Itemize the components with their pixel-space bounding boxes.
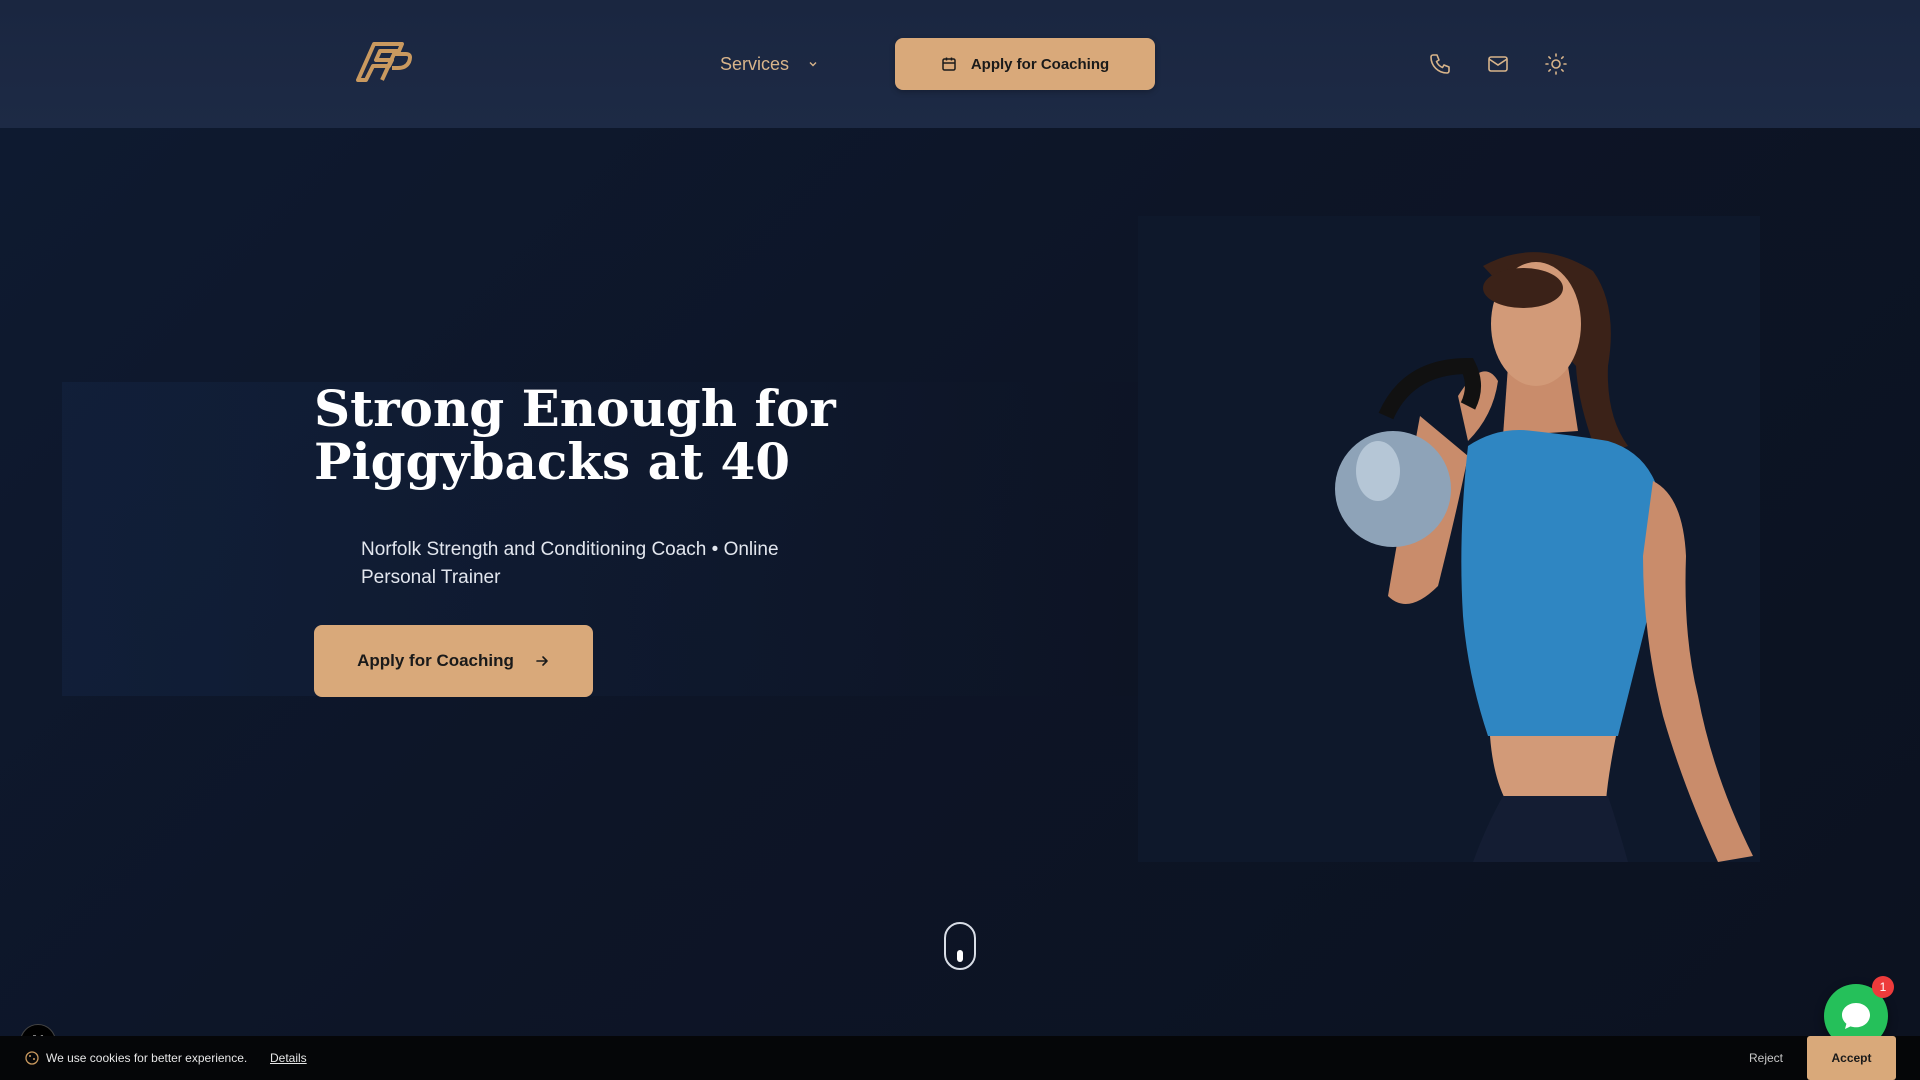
apply-coaching-header-button[interactable]: Apply for Coaching <box>895 38 1155 90</box>
apply-coaching-hero-button[interactable]: Apply for Coaching <box>314 625 593 697</box>
cookie-accept-button[interactable]: Accept <box>1807 1036 1896 1080</box>
cookie-reject-button[interactable]: Reject <box>1749 1051 1783 1065</box>
header-icon-group <box>1428 50 1568 78</box>
scroll-down-indicator[interactable] <box>944 922 976 970</box>
cookie-banner: We use cookies for better experience. De… <box>0 1036 1920 1080</box>
phone-icon[interactable] <box>1428 52 1452 76</box>
nav-services[interactable]: Services <box>720 50 819 78</box>
chat-unread-badge: 1 <box>1872 976 1894 998</box>
hero-section: Strong Enough for Piggybacks at 40 Norfo… <box>0 128 1920 1036</box>
sun-icon[interactable] <box>1544 52 1568 76</box>
scroll-wheel-dot <box>957 950 963 962</box>
apply-coaching-header-label: Apply for Coaching <box>970 55 1110 73</box>
hero-title-line1: Strong Enough for <box>314 379 836 438</box>
cookie-details-link[interactable]: Details <box>270 1051 307 1065</box>
nav-services-label: Services <box>720 53 790 74</box>
hero-photo-woman-kettlebell <box>1138 216 1760 862</box>
calendar-icon <box>942 57 956 71</box>
cookie-message: We use cookies for better experience. <box>46 1051 248 1065</box>
chat-bubble-icon <box>1842 1003 1870 1029</box>
mail-icon[interactable] <box>1486 52 1510 76</box>
hero-subtitle: Norfolk Strength and Conditioning Coach … <box>361 539 779 588</box>
apply-coaching-hero-label: Apply for Coaching <box>357 651 514 670</box>
logo-icon[interactable] <box>352 36 412 86</box>
chevron-down-icon <box>809 62 817 67</box>
hero-title-line2: Piggybacks at 40 <box>314 432 791 491</box>
arrow-right-icon <box>536 656 548 666</box>
cookie-icon <box>25 1051 39 1065</box>
site-header: Services Apply for Coaching <box>0 0 1920 128</box>
hero-title: Strong Enough for Piggybacks at 40 <box>314 382 874 488</box>
